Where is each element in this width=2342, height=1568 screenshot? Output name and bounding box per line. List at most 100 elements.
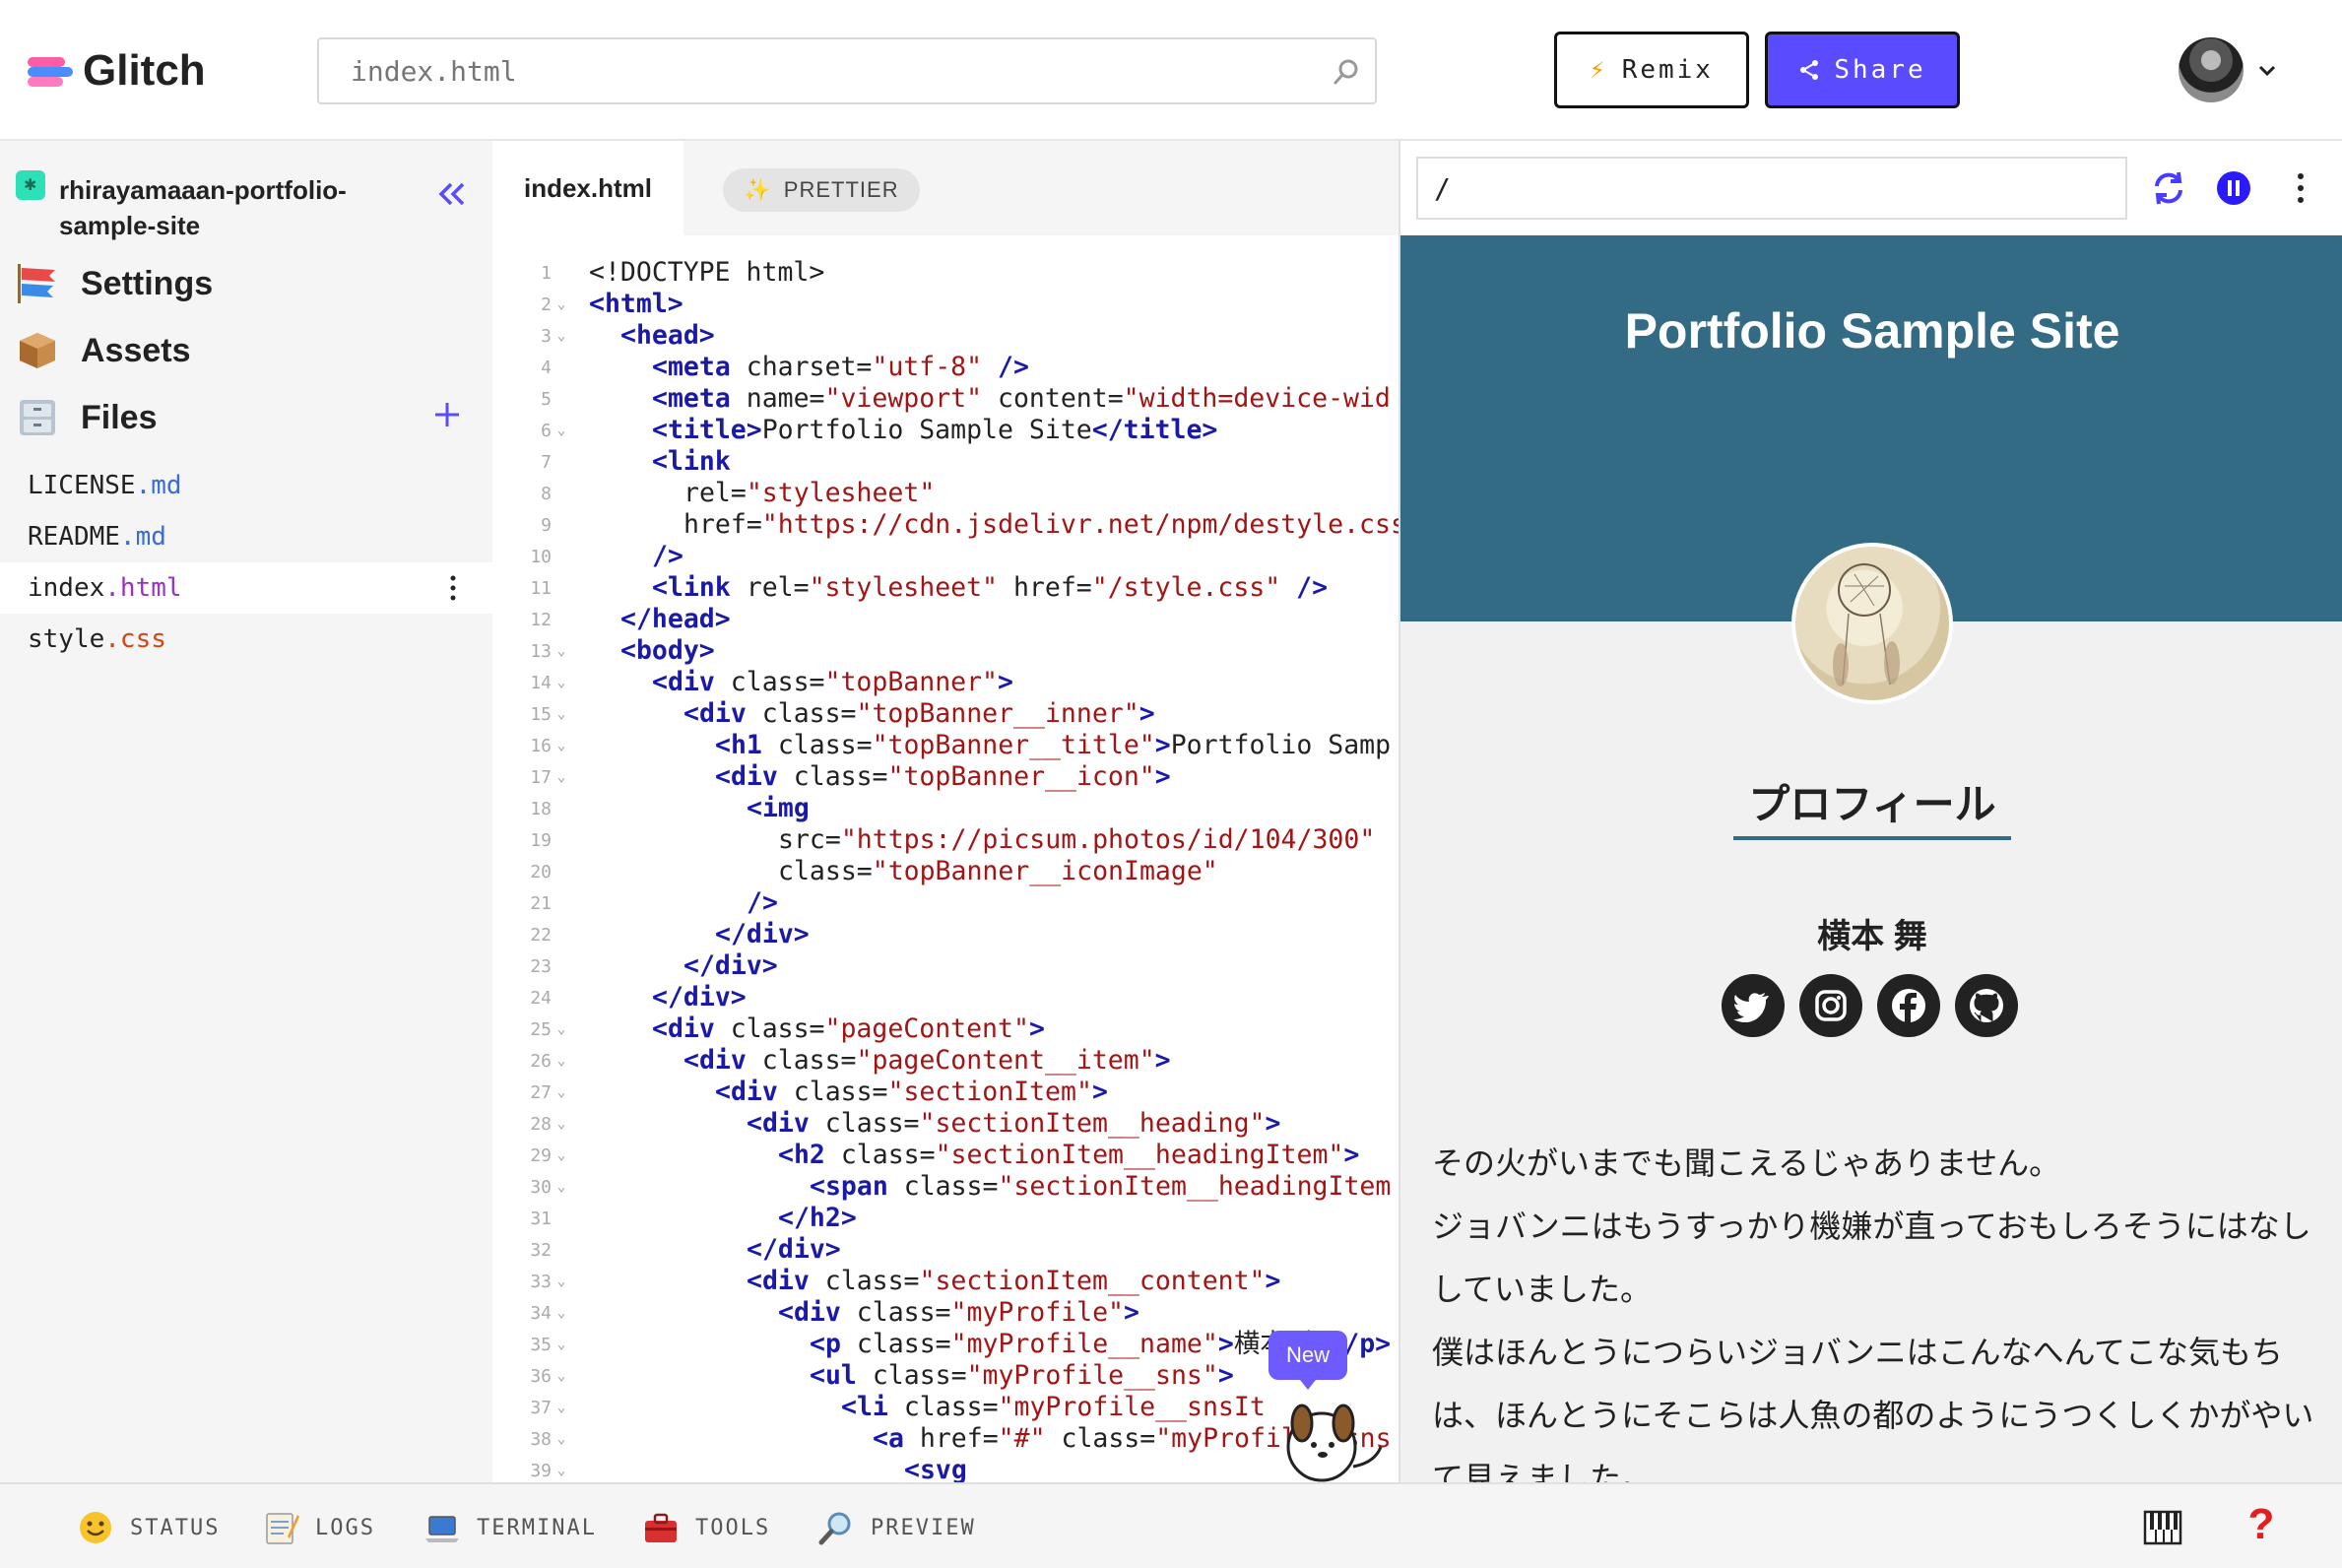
code-line[interactable]: <title>Portfolio Sample Site</title> [652, 415, 1217, 446]
sidebar-item-files[interactable]: Files [16, 389, 469, 446]
file-item[interactable]: README .md [0, 511, 492, 562]
fold-chevron-icon[interactable]: ⌄ [552, 1021, 571, 1037]
code-line[interactable]: <meta charset="utf-8" /> [652, 352, 1029, 383]
file-item-active[interactable]: index .html [0, 562, 492, 614]
code-line[interactable]: </div> [683, 950, 778, 982]
code-line[interactable]: /> [747, 887, 778, 919]
code-line[interactable]: <body> [620, 635, 715, 667]
remix-button[interactable]: ⚡ Remix [1554, 32, 1749, 108]
code-line[interactable]: <div class="topBanner__icon"> [715, 761, 1171, 793]
tools-button[interactable]: TOOLS [642, 1506, 770, 1549]
project-avatar-icon: ✱ [16, 170, 45, 200]
preview-button[interactable]: PREVIEW [817, 1506, 976, 1549]
fold-chevron-icon[interactable]: ⌄ [552, 423, 571, 438]
code-line[interactable]: src="https://picsum.photos/id/104/300" [778, 824, 1375, 856]
line-number-text: 22 [530, 924, 552, 946]
facebook-icon[interactable] [1877, 974, 1940, 1037]
code-line[interactable]: </h2> [778, 1203, 857, 1234]
tab-index-html[interactable]: index.html [492, 141, 683, 235]
code-line[interactable]: <div class="myProfile"> [778, 1297, 1139, 1329]
fold-chevron-icon[interactable]: ⌄ [552, 1400, 571, 1415]
refresh-icon[interactable] [2149, 168, 2188, 208]
code-line[interactable]: <html> [589, 289, 683, 320]
code-line[interactable]: </div> [715, 919, 810, 950]
piano-icon[interactable] [2143, 1508, 2182, 1547]
fold-chevron-icon[interactable]: ⌄ [552, 675, 571, 690]
line-number: 13 ⌄ [492, 635, 571, 667]
line-number-text: 20 [530, 861, 552, 882]
add-file-icon[interactable] [427, 395, 467, 434]
sidebar-item-settings[interactable]: Settings [16, 255, 469, 312]
line-number-text: 10 [530, 546, 552, 567]
code-line[interactable]: <ul class="myProfile__sns"> [810, 1360, 1234, 1392]
preview-url-input[interactable] [1416, 157, 2127, 220]
code-line[interactable]: <h2 class="sectionItem__headingItem"> [778, 1140, 1359, 1171]
terminal-button[interactable]: TERMINAL [423, 1506, 597, 1549]
code-line[interactable]: <span class="sectionItem__headingItem [810, 1171, 1391, 1203]
code-line[interactable]: <div class="topBanner"> [652, 667, 1013, 698]
fold-chevron-icon[interactable]: ⌄ [552, 706, 571, 722]
share-button[interactable]: Share [1765, 32, 1960, 108]
fold-chevron-icon[interactable]: ⌄ [552, 1179, 571, 1195]
code-line[interactable]: /> [652, 541, 683, 572]
fold-chevron-icon[interactable]: ⌄ [552, 1431, 571, 1447]
search-icon[interactable] [1332, 57, 1361, 87]
code-line[interactable]: <div class="pageContent"> [652, 1013, 1045, 1045]
search-box[interactable] [317, 37, 1377, 104]
sidebar-item-assets[interactable]: Assets [16, 322, 469, 379]
file-item[interactable]: style .css [0, 614, 492, 665]
prettier-button[interactable]: ✨ PRETTIER [723, 168, 920, 212]
user-avatar[interactable] [2179, 37, 2244, 102]
code-line[interactable]: </div> [652, 982, 747, 1013]
fold-chevron-icon[interactable]: ⌄ [552, 1463, 571, 1478]
fold-chevron-icon[interactable]: ⌄ [552, 1116, 571, 1132]
twitter-icon[interactable] [1722, 974, 1785, 1037]
code-line[interactable]: <head> [620, 320, 715, 352]
line-number: 34 ⌄ [492, 1297, 571, 1329]
code-line[interactable]: <img [747, 793, 810, 824]
code-line[interactable]: <div class="pageContent__item"> [683, 1045, 1171, 1077]
fold-chevron-icon[interactable]: ⌄ [552, 1053, 571, 1069]
fold-chevron-icon[interactable]: ⌄ [552, 769, 571, 785]
code-line[interactable]: href="https://cdn.jsdelivr.net/npm/desty… [683, 509, 1399, 541]
code-line[interactable]: <h1 class="topBanner__title">Portfolio S… [715, 730, 1391, 761]
fold-chevron-icon[interactable]: ⌄ [552, 1147, 571, 1163]
code-line[interactable]: </div> [747, 1234, 841, 1266]
fold-chevron-icon[interactable]: ⌄ [552, 1274, 571, 1289]
glitch-logo[interactable]: Glitch [28, 43, 206, 98]
help-icon[interactable]: ? [2244, 1500, 2279, 1549]
project-name[interactable]: rhirayamaaan-portfolio-sample-site [59, 172, 394, 243]
instagram-icon[interactable] [1799, 974, 1862, 1037]
code-line[interactable]: <link rel="stylesheet" href="/style.css"… [652, 572, 1328, 604]
fold-chevron-icon[interactable]: ⌄ [552, 1337, 571, 1352]
file-item[interactable]: LICENSE .md [0, 460, 492, 511]
logs-button[interactable]: LOGS [262, 1506, 375, 1549]
more-options-icon[interactable] [2295, 168, 2307, 208]
code-line[interactable]: class="topBanner__iconImage" [778, 856, 1218, 887]
code-line[interactable]: <li class="myProfile__snsIt [841, 1392, 1266, 1423]
file-options-icon[interactable] [449, 574, 457, 602]
chevron-down-icon[interactable] [2255, 59, 2279, 83]
code-line[interactable]: <div class="sectionItem__heading"> [747, 1108, 1280, 1140]
code-line[interactable]: <div class="sectionItem__content"> [747, 1266, 1280, 1297]
pause-icon[interactable] [2214, 168, 2253, 208]
fold-chevron-icon[interactable]: ⌄ [552, 1305, 571, 1321]
github-icon[interactable] [1955, 974, 2018, 1037]
fold-chevron-icon[interactable]: ⌄ [552, 1368, 571, 1384]
fold-chevron-icon[interactable]: ⌄ [552, 643, 571, 659]
code-line[interactable]: <div class="topBanner__inner"> [683, 698, 1155, 730]
code-line[interactable]: <link [652, 446, 731, 478]
fold-chevron-icon[interactable]: ⌄ [552, 738, 571, 753]
collapse-sidebar-icon[interactable] [433, 174, 473, 214]
code-line[interactable]: </head> [620, 604, 731, 635]
fold-chevron-icon[interactable]: ⌄ [552, 1084, 571, 1100]
status-button[interactable]: STATUS [77, 1506, 220, 1549]
search-input[interactable] [319, 39, 1375, 102]
code-line[interactable]: <!DOCTYPE html> [589, 257, 824, 289]
code-line[interactable]: <svg [904, 1455, 967, 1482]
fold-chevron-icon[interactable]: ⌄ [552, 296, 571, 312]
code-line[interactable]: rel="stylesheet" [683, 478, 935, 509]
code-line[interactable]: <div class="sectionItem"> [715, 1077, 1108, 1108]
code-line[interactable]: <meta name="viewport" content="width=dev… [652, 383, 1391, 415]
fold-chevron-icon[interactable]: ⌄ [552, 328, 571, 344]
